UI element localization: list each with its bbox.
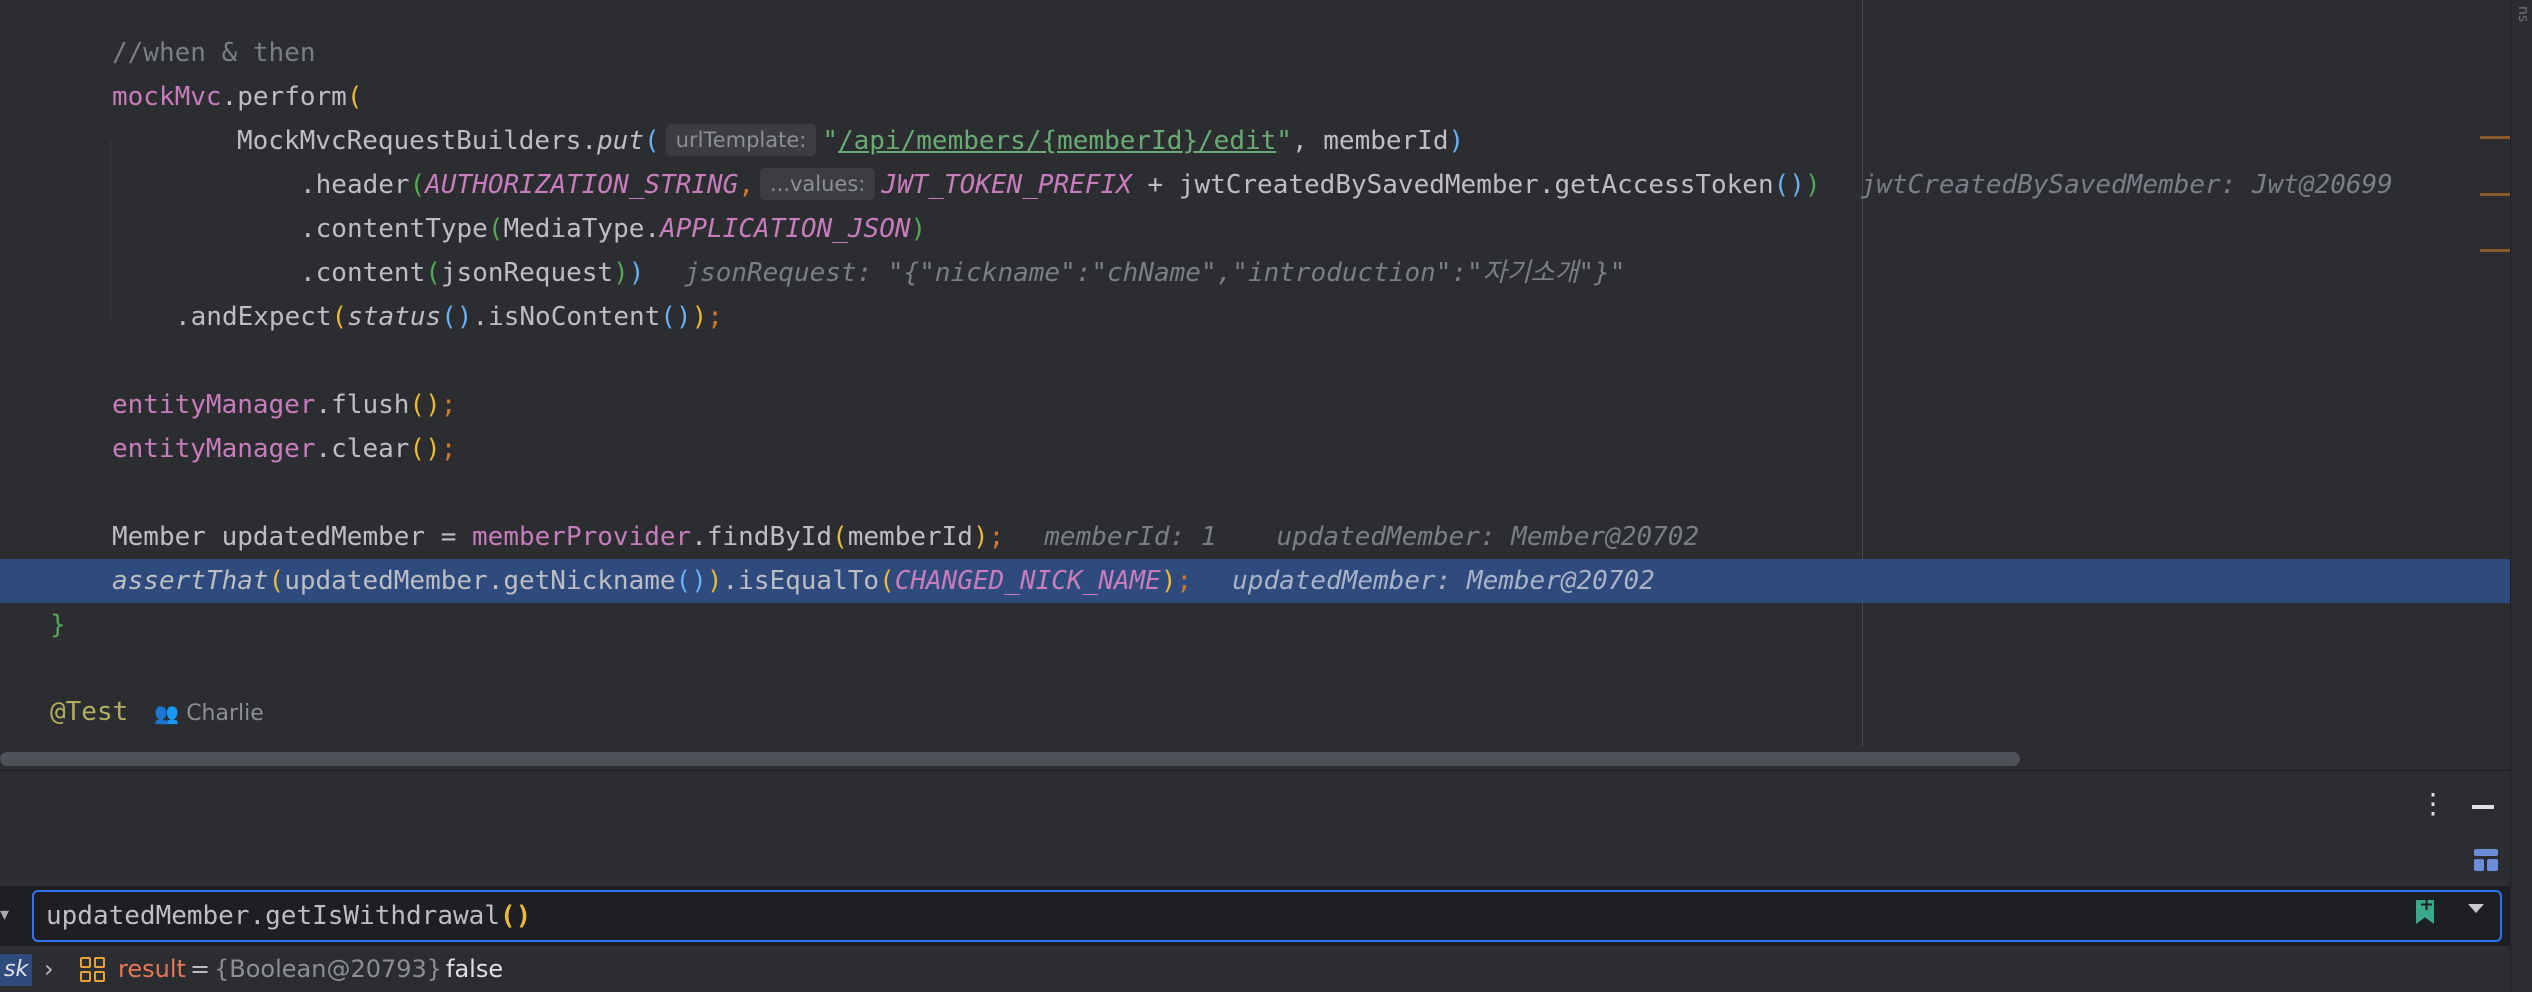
debug-layout-bar [0, 836, 2510, 886]
method-call: .findById [691, 522, 833, 552]
param-hint: urlTemplate: [665, 123, 817, 156]
class-ref: MockMvcRequestBuilders. [237, 126, 598, 156]
more-options-button[interactable]: ⋮ [2418, 787, 2448, 821]
method-call: .perform [221, 82, 347, 112]
class-ref: MediaType. [503, 214, 661, 244]
method-call: .header [300, 170, 410, 200]
result-equals: = [190, 955, 211, 983]
debug-value[interactable]: updatedMember: Member@20702 [1232, 566, 1655, 596]
method-call: .isNoContent [472, 302, 661, 332]
code-line-perform[interactable]: mockMvc.perform( [0, 75, 2510, 119]
author-hint[interactable]: 👥 Charlie [154, 701, 264, 726]
debug-value[interactable]: memberId: 1 [1044, 522, 1216, 552]
method-call: updatedMember.getNickname [284, 566, 676, 596]
code-line-comment[interactable]: //when & then [0, 31, 2510, 75]
code-line-put[interactable]: MockMvcRequestBuilders.put(urlTemplate: "… [0, 119, 2510, 163]
code-line-and-expect[interactable]: .andExpect(status().isNoContent()); [0, 295, 2510, 339]
close-brace: } [50, 610, 66, 640]
debug-value[interactable]: updatedMember: Member@20702 [1276, 522, 1699, 552]
code-line-close[interactable]: } [0, 603, 2510, 647]
string-literal[interactable]: /api/members/{memberId}/edit [838, 126, 1276, 156]
left-panel-label[interactable]: sk [0, 954, 33, 986]
method-call: .andExpect [175, 302, 332, 332]
argument: , memberId [1291, 126, 1449, 156]
evaluate-expression-row: ▾ updatedMember.getIsWithdrawal() [0, 886, 2510, 946]
author-name: Charlie [186, 701, 264, 726]
result-row[interactable]: sk › result = {Boolean@20793} false [0, 946, 2510, 992]
constant: APPLICATION_JSON [660, 214, 911, 244]
method-call: .isEqualTo [722, 566, 880, 596]
history-dropdown-icon[interactable] [2468, 904, 2484, 913]
constant: CHANGED_NICK_NAME [894, 566, 1161, 596]
result-type: {Boolean@20793} [214, 955, 443, 983]
variable: memberId [847, 522, 973, 552]
static-method: assertThat [112, 566, 269, 596]
code-line-clear[interactable]: entityManager.clear(); [0, 427, 2510, 471]
tool-strip-label[interactable]: ns [2515, 6, 2531, 22]
variable: jsonRequest [440, 258, 614, 288]
debug-value[interactable]: jsonRequest: "{"nickname":"chName","intr… [684, 258, 1625, 288]
param-hint: ...values: [759, 167, 876, 200]
result-name: result [118, 955, 186, 983]
field-ref: memberProvider [472, 522, 692, 552]
annotation: @Test [50, 697, 129, 727]
code-line-find-by-id[interactable]: Member updatedMember = memberProvider.fi… [0, 515, 2510, 559]
code-line-flush[interactable]: entityManager.flush(); [0, 383, 2510, 427]
code-line-header[interactable]: .header(AUTHORIZATION_STRING, ...values: J… [0, 163, 2510, 207]
code-line-test[interactable]: @Test 👥 Charlie [0, 690, 2510, 734]
method-call: .clear [315, 434, 410, 464]
code-line-assert-current[interactable]: assertThat(updatedMember.getNickname()).… [0, 559, 2510, 603]
code-line-content-type[interactable]: .contentType(MediaType.APPLICATION_JSON) [0, 207, 2510, 251]
constant: AUTHORIZATION_STRING [425, 170, 739, 200]
static-method: status [347, 302, 442, 332]
constant: JWT_TOKEN_PREFIX [881, 170, 1132, 200]
method-call: .content [300, 258, 426, 288]
chevron-down-icon[interactable]: ▾ [0, 900, 14, 930]
right-tool-strip[interactable]: ns [2510, 0, 2532, 992]
horizontal-scroll-thumb[interactable] [0, 752, 2020, 766]
method-call: .contentType [300, 214, 488, 244]
debug-value[interactable]: jwtCreatedBySavedMember: Jwt@20699 [1861, 170, 2393, 200]
minimize-button[interactable] [2468, 787, 2498, 821]
method-call: .flush [315, 390, 410, 420]
result-value: false [446, 955, 504, 983]
comment: //when & then [112, 38, 316, 68]
evaluate-expression-input[interactable]: updatedMember.getIsWithdrawal() [32, 890, 2502, 942]
debug-panel-toolbar: ⋮ [0, 770, 2510, 837]
layout-settings-icon[interactable] [2474, 849, 2498, 871]
field-ref: entityManager [112, 434, 316, 464]
static-method: put [597, 126, 644, 156]
field-ref: mockMvc [112, 82, 222, 112]
result-value-icon [80, 957, 106, 983]
expand-chevron-icon[interactable]: › [44, 946, 54, 992]
people-icon: 👥 [154, 701, 180, 725]
declaration: Member updatedMember = [112, 522, 473, 552]
expression: + jwtCreatedBySavedMember.getAccessToken [1131, 170, 1774, 200]
field-ref: entityManager [112, 390, 316, 420]
code-line-content[interactable]: .content(jsonRequest)) jsonRequest: "{"ni… [0, 251, 2510, 295]
code-editor[interactable]: //when & then mockMvc.perform( MockMvcRe… [0, 0, 2510, 758]
